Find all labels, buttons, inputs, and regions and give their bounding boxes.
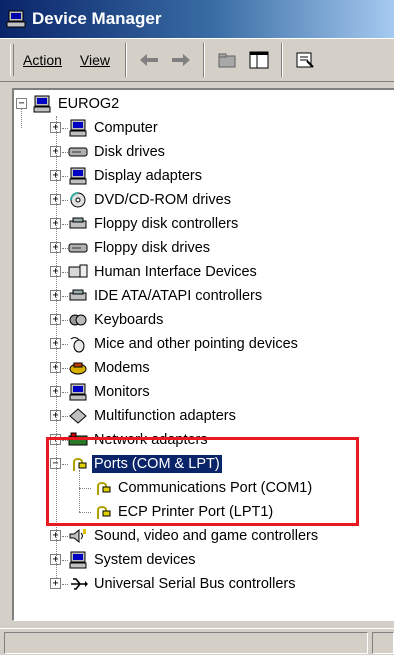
tree-node-floppy-disk-controllers[interactable]: Floppy disk controllers [68,212,240,236]
toolbar-separator [203,43,206,77]
controller-icon [68,287,88,305]
tree-node-ecp-printer-port-lpt1[interactable]: ECP Printer Port (LPT1) [92,500,275,524]
tree-node-system-devices[interactable]: System devices [68,548,198,572]
title-bar: Device Manager [0,0,394,38]
device-tree[interactable]: − EUROG2 + Computer + Disk drives + Display ada… [12,88,394,621]
properties-icon [296,52,314,68]
monitor-icon [68,383,88,401]
tree-connector [79,470,80,512]
tree-node-display-adapters-label: Display adapters [94,168,202,184]
tree-node-keyboards[interactable]: Keyboards [68,308,165,332]
tree-node-computer[interactable]: Computer [68,116,160,140]
tree-node-monitors[interactable]: Monitors [68,380,152,404]
multifunction-icon [68,407,88,425]
tree-connector [56,116,57,578]
tree-node-mice-and-other-pointing-devices-label: Mice and other pointing devices [94,336,298,352]
tree-node-multifunction-adapters[interactable]: Multifunction adapters [68,404,238,428]
tree-node-modems-label: Modems [94,360,150,376]
tree-node-computer-label: Computer [94,120,158,136]
tree-node-communications-port-com1[interactable]: Communications Port (COM1) [92,476,314,500]
floppy-drive-icon [68,239,88,257]
tree-root[interactable]: EUROG2 [32,92,121,116]
system-devices-icon [68,551,88,569]
hid-icon [68,263,88,281]
tree-root-label: EUROG2 [58,96,120,112]
port-icon [92,503,112,521]
menu-view[interactable]: View [71,52,119,68]
disk-drive-icon [68,143,88,161]
modem-icon [68,359,88,377]
tree-node-multifunction-adapters-label: Multifunction adapters [94,408,236,424]
up-folder-icon [218,53,236,68]
display-adapter-icon [68,167,88,185]
status-pane-secondary [372,632,394,654]
keyboard-icon [68,311,88,329]
tree-node-floppy-disk-drives-label: Floppy disk drives [94,240,211,256]
tree-node-network-adapters-label: Network adapters [94,432,208,448]
port-icon [68,455,88,473]
sound-icon [68,527,88,545]
toolbar: Action View [0,38,394,82]
computer-icon [68,119,88,137]
tree-node-dvd-cd-rom-drives-label: DVD/CD-ROM drives [94,192,231,208]
tree-connector [79,512,91,513]
back-arrow-icon [140,54,159,66]
expander-17[interactable]: + [50,578,61,589]
status-bar [0,628,394,655]
show-hide-tree-button[interactable] [246,47,272,73]
menu-action[interactable]: Action [14,52,71,68]
root-computer-icon [32,95,52,113]
tree-node-ecp-printer-port-lpt1-label: ECP Printer Port (LPT1) [118,504,274,520]
tree-node-modems[interactable]: Modems [68,356,152,380]
network-adapter-icon [68,431,88,449]
tree-node-ide-ata-atapi-controllers-label: IDE ATA/ATAPI controllers [94,288,263,304]
tree-node-ide-ata-atapi-controllers[interactable]: IDE ATA/ATAPI controllers [68,284,264,308]
device-manager-icon [6,10,26,28]
tree-connector [79,488,91,489]
dvd-drive-icon [68,191,88,209]
properties-button[interactable] [292,47,318,73]
tree-node-ports-com-lpt[interactable]: Ports (COM & LPT) [68,452,222,476]
tree-node-ports-com-lpt-label: Ports (COM & LPT) [92,455,222,473]
back-button[interactable] [136,47,162,73]
tree-node-sound-video-and-game-controllers[interactable]: Sound, video and game controllers [68,524,320,548]
port-icon [92,479,112,497]
forward-button[interactable] [168,47,194,73]
tree-node-universal-serial-bus-controllers-label: Universal Serial Bus controllers [94,576,296,592]
tree-node-human-interface-devices-label: Human Interface Devices [94,264,257,280]
controller-icon [68,215,88,233]
tree-connector [21,108,22,128]
tree-node-universal-serial-bus-controllers[interactable]: Universal Serial Bus controllers [68,572,297,596]
tree-node-floppy-disk-drives[interactable]: Floppy disk drives [68,236,212,260]
toolbar-separator [281,43,284,77]
show-hide-tree-icon [249,51,269,69]
window-title: Device Manager [32,9,162,28]
tree-node-communications-port-com1-label: Communications Port (COM1) [118,480,313,496]
tree-node-dvd-cd-rom-drives[interactable]: DVD/CD-ROM drives [68,188,233,212]
tree-node-mice-and-other-pointing-devices[interactable]: Mice and other pointing devices [68,332,300,356]
tree-node-human-interface-devices[interactable]: Human Interface Devices [68,260,259,284]
up-level-button[interactable] [214,47,240,73]
tree-node-sound-video-and-game-controllers-label: Sound, video and game controllers [94,528,319,544]
tree-node-monitors-label: Monitors [94,384,150,400]
tree-node-floppy-disk-controllers-label: Floppy disk controllers [94,216,239,232]
tree-node-display-adapters[interactable]: Display adapters [68,164,204,188]
tree-node-network-adapters[interactable]: Network adapters [68,428,210,452]
tree-node-disk-drives[interactable]: Disk drives [68,140,167,164]
toolbar-separator [125,43,128,77]
status-pane-main [4,632,368,654]
usb-icon [68,575,88,593]
tree-node-disk-drives-label: Disk drives [94,144,165,160]
tree-node-system-devices-label: System devices [94,552,196,568]
mouse-icon [68,335,88,353]
tree-node-keyboards-label: Keyboards [94,312,164,328]
forward-arrow-icon [172,54,191,66]
